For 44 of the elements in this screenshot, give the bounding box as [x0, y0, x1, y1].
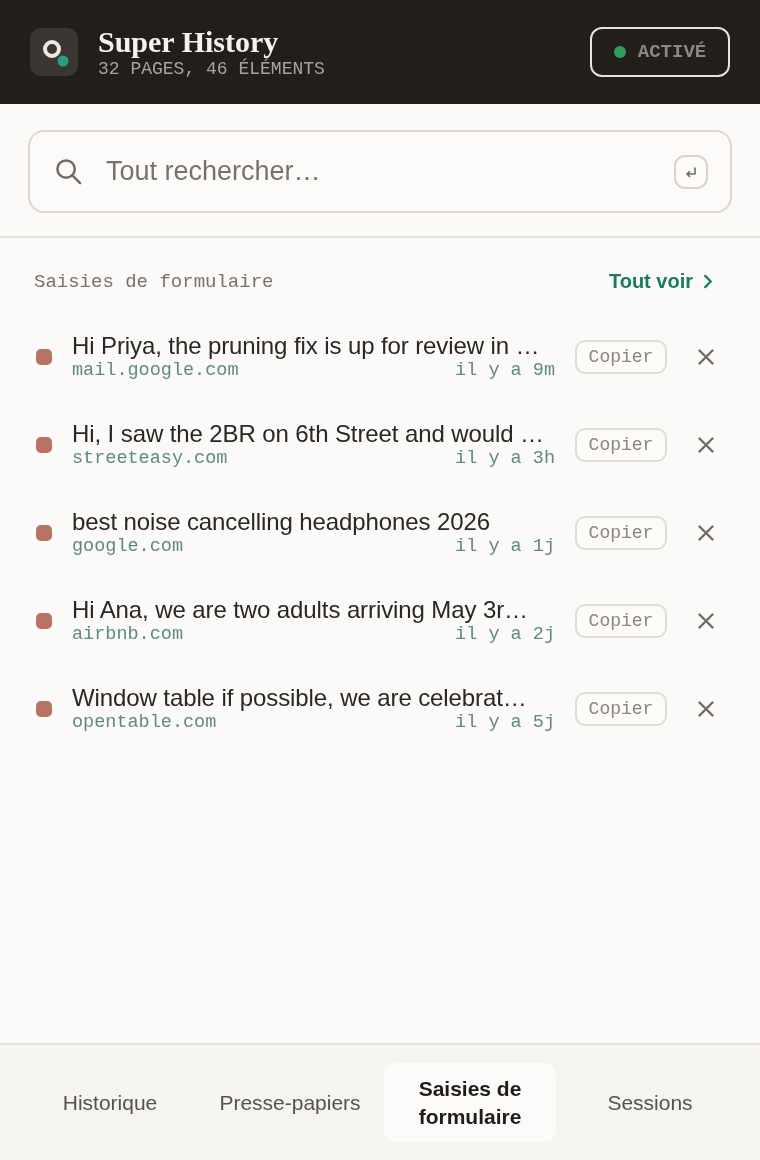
entry-domain: mail.google.com: [72, 360, 239, 382]
entry-marker-icon: [36, 525, 52, 541]
close-icon[interactable]: [698, 613, 714, 629]
status-button[interactable]: ACTIVÉ: [590, 27, 730, 77]
close-icon[interactable]: [698, 701, 714, 717]
copy-button[interactable]: Copier: [575, 692, 667, 726]
copy-button[interactable]: Copier: [575, 516, 667, 550]
entry-marker-icon: [36, 701, 52, 717]
entry-text: Window table if possible, we are celebrat…: [72, 684, 528, 712]
entry-text: Hi, I saw the 2BR on 6th Street and would …: [72, 420, 545, 448]
tab[interactable]: Sessions: [564, 1063, 736, 1142]
entry-time: il y a 3h: [455, 448, 555, 470]
tab[interactable]: Historique: [24, 1063, 196, 1142]
entry-time: il y a 9m: [455, 360, 555, 382]
see-all-link[interactable]: Tout voir: [608, 270, 713, 293]
entry-domain: streeteasy.com: [72, 448, 228, 470]
entry-time: il y a 1j: [455, 536, 555, 558]
copy-button[interactable]: Copier: [575, 428, 667, 462]
entry-domain: airbnb.com: [72, 624, 184, 646]
entry-marker-icon: [36, 437, 52, 453]
search-icon: [55, 158, 82, 185]
entry-marker-icon: [36, 613, 52, 629]
close-icon[interactable]: [698, 437, 714, 453]
entry-time: il y a 2j: [455, 624, 555, 646]
copy-button[interactable]: Copier: [575, 340, 667, 374]
copy-button[interactable]: Copier: [575, 604, 667, 638]
entry-marker-icon: [36, 349, 52, 365]
entry-domain: google.com: [72, 536, 184, 558]
entry-domain: opentable.com: [72, 712, 217, 734]
app-subtitle: 32 PAGES, 46 ÉLÉMENTS: [98, 58, 325, 79]
entry-text: Hi Priya, the pruning fix is up for review in …: [72, 332, 541, 360]
enter-key-icon: [674, 155, 708, 189]
entry-text: best noise cancelling headphones 2026: [72, 508, 491, 536]
entry-text: Hi Ana, we are two adults arriving May 3r…: [72, 596, 529, 624]
tab[interactable]: Presse-papiers: [204, 1063, 376, 1142]
section-title: Saisies de formulaire: [34, 270, 274, 293]
close-icon[interactable]: [698, 349, 714, 365]
tab[interactable]: Saisies de formulaire: [384, 1063, 556, 1142]
chevron-right-icon: [703, 274, 713, 289]
close-icon[interactable]: [698, 525, 714, 541]
logo-icon: [30, 28, 78, 76]
entry-time: il y a 5j: [455, 712, 555, 734]
search-field[interactable]: Tout rechercher…: [28, 130, 732, 213]
app-title: Super History: [98, 25, 280, 58]
